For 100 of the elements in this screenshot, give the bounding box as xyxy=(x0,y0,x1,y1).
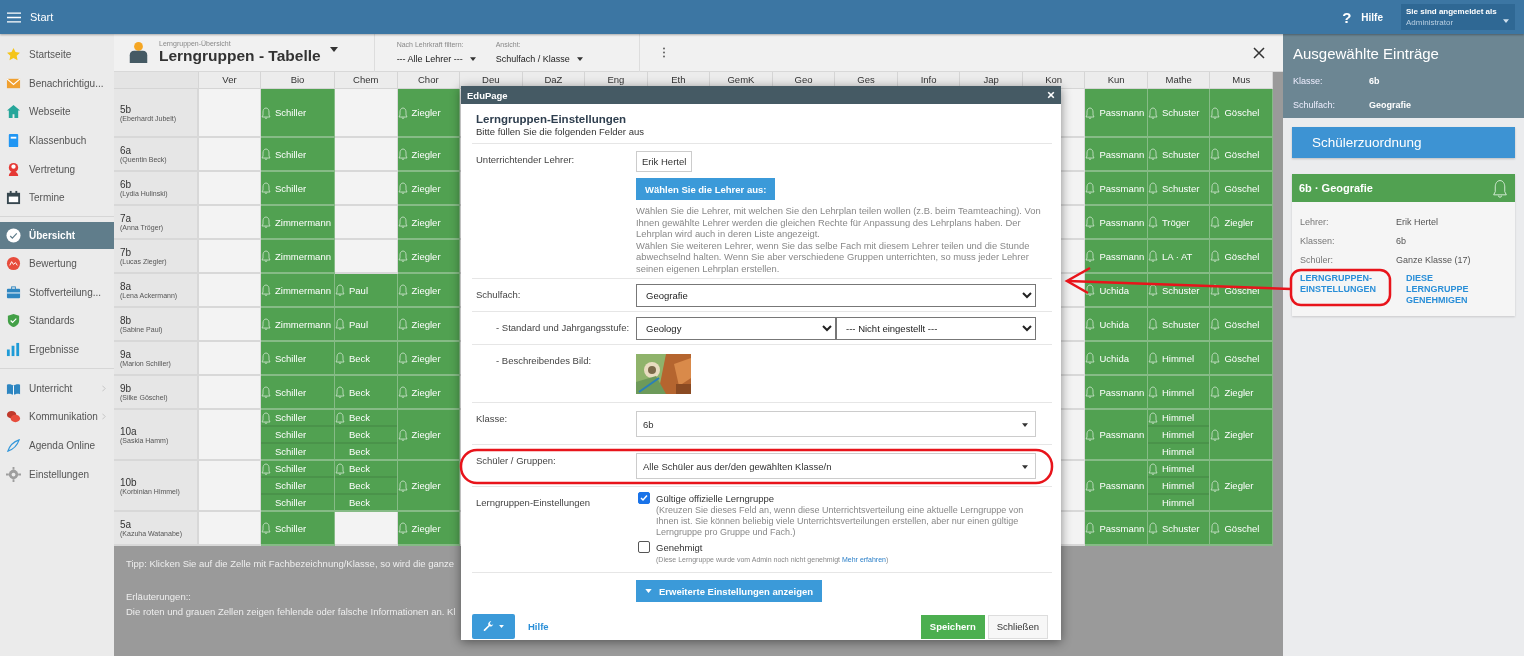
table-cell[interactable]: Ziegler xyxy=(397,461,461,512)
table-cell[interactable]: Himmel Himmel Himmel xyxy=(1147,461,1211,512)
table-cell[interactable]: Ziegler xyxy=(397,206,461,240)
table-cell[interactable]: Göschel xyxy=(1210,172,1273,206)
assign-students-button[interactable]: Schülerzuordnung xyxy=(1292,127,1515,158)
bell-icon[interactable] xyxy=(1492,178,1508,198)
column-header[interactable]: Chem xyxy=(335,72,398,89)
sidebar-item[interactable]: Unterricht xyxy=(0,373,114,403)
action-link[interactable]: LERNGRUPPEN-EINSTELLUNGEN xyxy=(1300,273,1384,306)
sidebar-item[interactable]: Übersicht xyxy=(0,222,114,250)
table-cell[interactable]: Schuster xyxy=(1147,138,1211,172)
table-cell[interactable]: LA · AT xyxy=(1147,240,1211,274)
sidebar-item[interactable]: Termine xyxy=(0,183,114,213)
table-cell[interactable]: Passmann xyxy=(1085,376,1148,410)
table-cell[interactable]: Paul xyxy=(335,274,398,308)
column-header[interactable]: Bio xyxy=(261,72,335,89)
table-cell[interactable]: Ziegler xyxy=(397,376,461,410)
sidebar-item[interactable]: Kommunikation xyxy=(0,402,114,432)
sidebar-item[interactable]: Agenda Online xyxy=(0,431,114,460)
table-cell[interactable]: Schiller xyxy=(261,342,335,376)
checkbox[interactable] xyxy=(638,541,650,553)
advanced-settings-button[interactable]: Erweiterte Einstellungen anzeigen xyxy=(636,580,823,602)
table-cell[interactable]: Zimmermann xyxy=(261,206,335,240)
table-cell[interactable]: Passmann xyxy=(1085,206,1148,240)
table-cell[interactable]: Passmann xyxy=(1085,461,1148,512)
table-cell[interactable]: Göschel xyxy=(1210,274,1273,308)
close-icon[interactable] xyxy=(1253,46,1265,59)
tools-button[interactable] xyxy=(472,614,515,639)
column-header[interactable]: Kun xyxy=(1085,72,1148,89)
table-cell[interactable]: Himmel xyxy=(1147,342,1211,376)
table-cell[interactable]: Zimmermann xyxy=(261,274,335,308)
caret-icon[interactable] xyxy=(329,47,338,52)
students-dropdown[interactable]: Alle Schüler aus der/den gewählten Klasse/n xyxy=(636,453,1036,479)
table-cell[interactable]: Uchida xyxy=(1085,274,1148,308)
choose-teachers-button[interactable]: Wählen Sie die Lehrer aus: xyxy=(636,178,776,200)
table-cell[interactable]: Beck Beck Beck xyxy=(335,410,398,461)
table-cell[interactable]: Schiller xyxy=(261,138,335,172)
table-cell[interactable]: Passmann xyxy=(1085,240,1148,274)
table-cell[interactable]: Ziegler xyxy=(397,172,461,206)
action-link[interactable]: DIESE LERNGRUPPE GENEHMIGEN xyxy=(1406,273,1484,306)
table-cell[interactable]: Passmann xyxy=(1085,89,1148,138)
sidebar-item[interactable]: Benachrichtigu... xyxy=(0,68,114,98)
table-cell[interactable]: Beck xyxy=(335,376,398,410)
table-cell[interactable]: Tröger xyxy=(1147,206,1211,240)
save-button[interactable]: Speichern xyxy=(920,614,985,639)
sidebar-item[interactable]: Bewertung xyxy=(0,249,114,278)
account-menu[interactable]: Sie sind angemeldet als Administrator xyxy=(1401,4,1515,30)
table-cell[interactable]: Himmel Himmel Himmel xyxy=(1147,410,1211,461)
table-cell[interactable]: Schiller xyxy=(261,512,335,546)
more-icon[interactable] xyxy=(661,47,666,58)
table-cell[interactable]: Ziegler xyxy=(397,274,461,308)
table-cell[interactable]: Göschel xyxy=(1210,308,1273,342)
table-cell[interactable]: Uchida xyxy=(1085,342,1148,376)
column-header[interactable]: Ver xyxy=(199,72,261,89)
table-cell[interactable]: Schuster xyxy=(1147,274,1211,308)
table-cell[interactable]: Ziegler xyxy=(397,89,461,138)
table-cell[interactable]: Passmann xyxy=(1085,138,1148,172)
app-title[interactable]: Start xyxy=(30,11,54,23)
standard-select[interactable]: --- Nicht eingestellt --- xyxy=(836,317,1036,340)
sidebar-item[interactable]: Einstellungen xyxy=(0,459,114,489)
table-cell[interactable]: Ziegler xyxy=(397,410,461,461)
sidebar-item[interactable]: Startseite xyxy=(0,40,114,69)
table-cell[interactable]: Ziegler xyxy=(397,308,461,342)
help-link[interactable]: Hilfe xyxy=(528,621,549,632)
table-cell[interactable]: Schiller Schiller Schiller xyxy=(261,461,335,512)
view-dropdown[interactable]: Schulfach / Klasse xyxy=(495,54,583,64)
sidebar-item[interactable]: Standards xyxy=(0,306,114,336)
table-cell[interactable]: Göschel xyxy=(1210,89,1273,138)
page-title[interactable]: Lerngruppen - Tabelle xyxy=(159,47,321,65)
table-cell[interactable]: Schuster xyxy=(1147,89,1211,138)
table-cell[interactable]: Göschel xyxy=(1210,138,1273,172)
table-cell[interactable]: Beck xyxy=(335,342,398,376)
table-cell[interactable]: Göschel xyxy=(1210,240,1273,274)
table-cell[interactable]: Ziegler xyxy=(397,138,461,172)
table-cell[interactable]: Schiller Schiller Schiller xyxy=(261,410,335,461)
table-cell[interactable]: Ziegler xyxy=(397,512,461,546)
table-cell[interactable]: Ziegler xyxy=(397,240,461,274)
help-icon[interactable]: ? xyxy=(1342,8,1352,26)
sidebar-item[interactable]: Ergebnisse xyxy=(0,335,114,364)
help-link[interactable]: Hilfe xyxy=(1361,11,1383,23)
table-cell[interactable]: Himmel xyxy=(1147,376,1211,410)
standard-select[interactable]: Geology xyxy=(636,317,836,340)
table-cell[interactable]: Ziegler xyxy=(1210,206,1273,240)
table-cell[interactable]: Schiller xyxy=(261,376,335,410)
table-cell[interactable]: Ziegler xyxy=(1210,376,1273,410)
column-header[interactable]: Chor xyxy=(397,72,461,89)
table-cell[interactable]: Ziegler xyxy=(1210,461,1273,512)
column-header[interactable]: Mus xyxy=(1210,72,1273,89)
table-cell[interactable]: Schuster xyxy=(1147,308,1211,342)
table-cell[interactable]: Schiller xyxy=(261,89,335,138)
table-cell[interactable]: Zimmermann xyxy=(261,308,335,342)
checkbox[interactable] xyxy=(638,492,650,504)
teacher-filter-dropdown[interactable]: --- Alle Lehrer --- xyxy=(396,54,476,64)
table-cell[interactable]: Passmann xyxy=(1085,172,1148,206)
checkbox-label[interactable]: Gültige offizielle Lerngruppe xyxy=(656,492,775,504)
table-cell[interactable]: Zimmermann xyxy=(261,240,335,274)
checkbox-label[interactable]: Genehmigt xyxy=(656,541,703,553)
close-button[interactable]: Schließen xyxy=(987,614,1048,639)
table-cell[interactable]: Ziegler xyxy=(397,342,461,376)
subject-select[interactable]: Geografie xyxy=(636,284,1036,307)
